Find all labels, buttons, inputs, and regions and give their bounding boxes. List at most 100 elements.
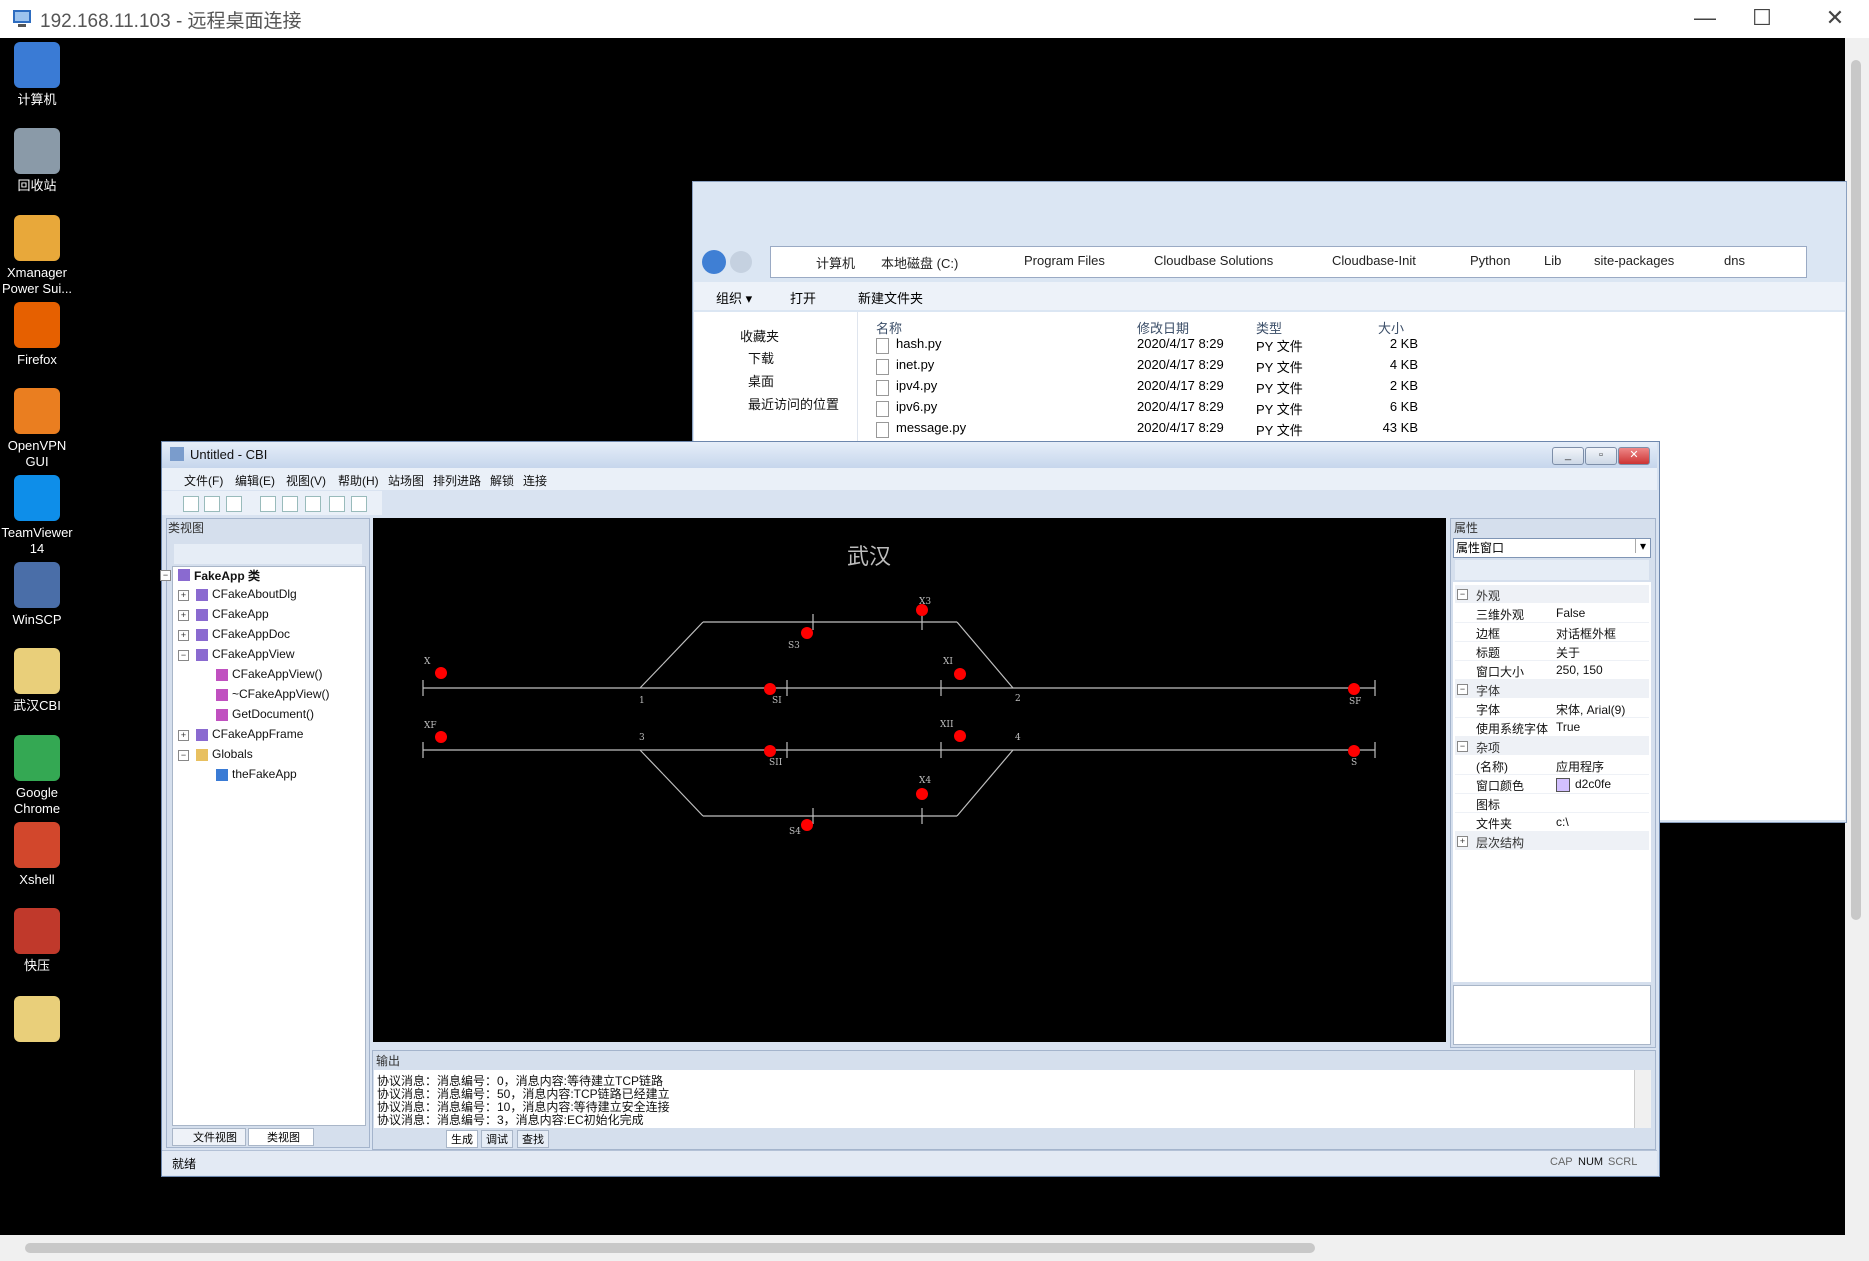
column-name[interactable]: 名称 xyxy=(876,318,902,337)
signal[interactable] xyxy=(764,745,776,757)
signal[interactable] xyxy=(764,683,776,695)
output-scrollbar[interactable] xyxy=(1634,1070,1651,1128)
output-tab[interactable]: 调试 xyxy=(481,1130,513,1148)
signal[interactable] xyxy=(801,819,813,831)
signal[interactable] xyxy=(435,731,447,743)
open-button[interactable]: 打开 xyxy=(790,288,816,307)
property-section[interactable]: − 外观 xyxy=(1455,585,1649,603)
output-log[interactable]: 协议消息：消息编号：0，消息内容:等待建立TCP链路 协议消息：消息编号：50，消… xyxy=(374,1070,1636,1128)
tree-expander[interactable]: + xyxy=(178,730,189,741)
property-value[interactable]: 对话框外框 xyxy=(1556,625,1616,642)
output-tab[interactable]: 查找 xyxy=(517,1130,549,1148)
signal[interactable] xyxy=(954,668,966,680)
horizontal-scroll-thumb[interactable] xyxy=(25,1243,1315,1253)
menu-item[interactable]: 解锁 xyxy=(490,472,514,489)
breadcrumb-item[interactable]: Python xyxy=(1470,253,1510,268)
property-row[interactable]: 文件夹 c:\ xyxy=(1455,813,1649,832)
property-value[interactable]: 250, 150 xyxy=(1556,663,1603,677)
property-row[interactable]: 标题 关于 xyxy=(1455,642,1649,661)
desktop-icon[interactable]: OpenVPN GUI xyxy=(0,388,74,470)
desktop-icon[interactable]: 计算机 xyxy=(0,42,74,108)
tree-expander[interactable]: − xyxy=(160,570,171,581)
toolbar-button[interactable] xyxy=(183,496,199,512)
file-row[interactable]: ipv6.py 2020/4/17 8:29 PY 文件 6 KB xyxy=(876,399,1436,419)
section-expander[interactable]: − xyxy=(1457,741,1468,752)
nav-favorites[interactable]: 收藏夹 xyxy=(740,326,779,345)
property-value[interactable]: True xyxy=(1556,720,1580,734)
property-value[interactable]: 应用程序 xyxy=(1556,758,1604,775)
forward-arrow-icon[interactable] xyxy=(730,251,752,273)
nav-downloads[interactable]: 下载 xyxy=(748,348,774,367)
close-button[interactable]: ✕ xyxy=(1815,4,1855,32)
signal[interactable] xyxy=(1348,745,1360,757)
organize-button[interactable]: 组织 ▾ xyxy=(716,288,752,307)
property-value[interactable]: c:\ xyxy=(1556,815,1569,829)
new-folder-button[interactable]: 新建文件夹 xyxy=(858,288,923,307)
property-row[interactable]: 字体 宋体, Arial(9) xyxy=(1455,699,1649,718)
property-row[interactable]: 图标 xyxy=(1455,794,1649,813)
property-row[interactable]: 窗口颜色 d2c0fe xyxy=(1455,775,1649,794)
column-type[interactable]: 类型 xyxy=(1256,318,1282,337)
tree-expander[interactable]: + xyxy=(178,630,189,641)
property-row[interactable]: 三维外观 False xyxy=(1455,604,1649,623)
tree-node[interactable]: CFakeAboutDlg xyxy=(212,587,297,601)
cbi-minimize-button[interactable]: _ xyxy=(1552,447,1584,465)
menu-item[interactable]: 连接 xyxy=(523,472,547,489)
property-section[interactable]: + 层次结构 xyxy=(1455,832,1649,850)
tree-node[interactable]: theFakeApp xyxy=(232,767,297,781)
menu-item[interactable]: 视图(V) xyxy=(286,472,326,489)
toolbar-button[interactable] xyxy=(260,496,276,512)
section-expander[interactable]: + xyxy=(1457,836,1468,847)
file-row[interactable]: ipv4.py 2020/4/17 8:29 PY 文件 2 KB xyxy=(876,378,1436,398)
signal[interactable] xyxy=(435,667,447,679)
tree-node[interactable]: ~CFakeAppView() xyxy=(232,687,330,701)
breadcrumb-item[interactable]: dns xyxy=(1724,253,1745,268)
toolbar-button[interactable] xyxy=(305,496,321,512)
breadcrumb-item[interactable]: Cloudbase Solutions xyxy=(1154,253,1273,268)
breadcrumb-item[interactable]: Program Files xyxy=(1024,253,1105,268)
toolbar-button[interactable] xyxy=(226,496,242,512)
tree-node[interactable]: CFakeAppView() xyxy=(232,667,322,681)
breadcrumb-item[interactable]: site-packages xyxy=(1594,253,1674,268)
toolbar-button[interactable] xyxy=(329,496,345,512)
tree-node[interactable]: CFakeApp xyxy=(212,607,269,621)
tree-node[interactable]: GetDocument() xyxy=(232,707,314,721)
file-row[interactable]: hash.py 2020/4/17 8:29 PY 文件 2 KB xyxy=(876,336,1436,356)
property-row[interactable]: (名称) 应用程序 xyxy=(1455,756,1649,775)
signal[interactable] xyxy=(954,730,966,742)
file-row[interactable]: inet.py 2020/4/17 8:29 PY 文件 4 KB xyxy=(876,357,1436,377)
back-arrow-icon[interactable] xyxy=(702,250,726,274)
desktop-icon[interactable]: Google Chrome xyxy=(0,735,74,817)
station-diagram[interactable]: 武汉 X XF S3 X3 XI XII SI SII X4 S4 SF S 1 2 3 4 xyxy=(373,518,1446,1042)
signal[interactable] xyxy=(916,788,928,800)
property-row[interactable]: 边框 对话框外框 xyxy=(1455,623,1649,642)
nav-desktop[interactable]: 桌面 xyxy=(748,371,774,390)
menu-item[interactable]: 帮助(H) xyxy=(338,472,379,489)
tree-expander[interactable]: − xyxy=(178,750,189,761)
toolbar-button[interactable] xyxy=(351,496,367,512)
properties-object-select[interactable]: 属性窗口 ▾ xyxy=(1453,538,1651,558)
menu-item[interactable]: 文件(F) xyxy=(184,472,223,489)
cbi-maximize-button[interactable]: ▫ xyxy=(1585,447,1617,465)
toolbar-button[interactable] xyxy=(282,496,298,512)
property-value[interactable]: False xyxy=(1556,606,1585,620)
desktop-icon[interactable]: 回收站 xyxy=(0,128,74,194)
minimize-button[interactable]: — xyxy=(1685,4,1725,32)
tree-node[interactable]: CFakeAppDoc xyxy=(212,627,290,641)
menu-item[interactable]: 编辑(E) xyxy=(235,472,275,489)
property-row[interactable]: 窗口大小 250, 150 xyxy=(1455,661,1649,680)
column-size[interactable]: 大小 xyxy=(1378,318,1404,337)
breadcrumb-item[interactable]: Cloudbase-Init xyxy=(1332,253,1416,268)
menu-item[interactable]: 站场图 xyxy=(388,472,424,489)
station-diagram-canvas[interactable]: 武汉 X XF S3 X3 XI XII SI SII X4 S4 SF S 1 2 3 4 xyxy=(373,518,1446,1042)
property-value[interactable]: 关于 xyxy=(1556,644,1580,661)
toolbar-button[interactable] xyxy=(204,496,220,512)
tree-expander[interactable]: − xyxy=(178,650,189,661)
property-section[interactable]: − 杂项 xyxy=(1455,737,1649,755)
property-row[interactable]: 使用系统字体 True xyxy=(1455,718,1649,737)
breadcrumb-item[interactable]: 本地磁盘 (C:) xyxy=(881,253,958,272)
desktop-icon[interactable] xyxy=(0,996,74,1046)
desktop-icon[interactable]: TeamViewer 14 xyxy=(0,475,74,557)
section-expander[interactable]: − xyxy=(1457,589,1468,600)
column-date[interactable]: 修改日期 xyxy=(1137,318,1189,337)
